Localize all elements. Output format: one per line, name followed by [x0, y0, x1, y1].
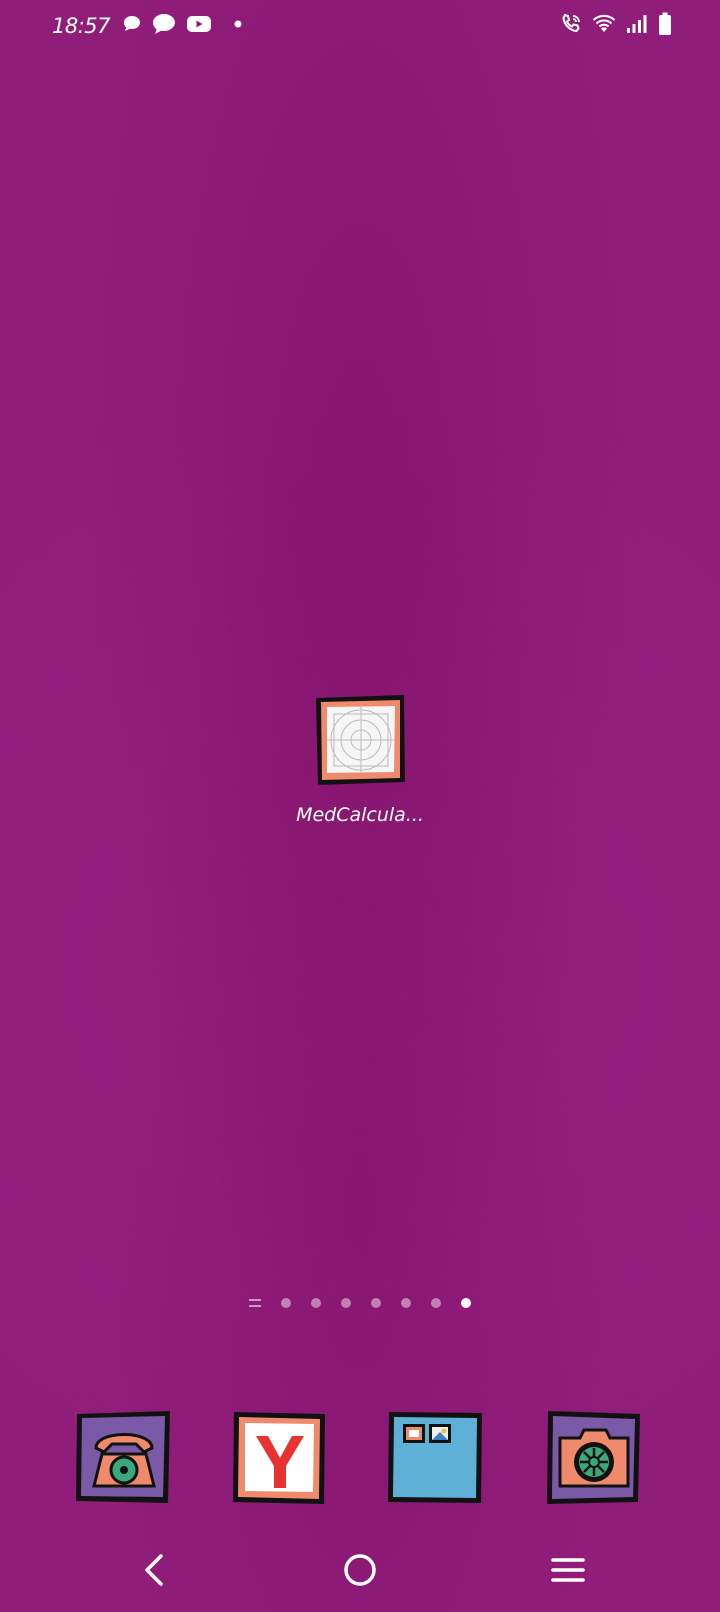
system-icons — [560, 12, 672, 36]
medcalculator-icon[interactable] — [312, 692, 408, 788]
home-icon[interactable] — [342, 1552, 378, 1588]
page-dot[interactable] — [341, 1298, 351, 1308]
wifi-icon — [592, 14, 616, 34]
dock-phone[interactable] — [74, 1408, 174, 1508]
back-button[interactable] — [124, 1540, 184, 1600]
dock — [0, 1408, 720, 1508]
page-dot[interactable] — [371, 1298, 381, 1308]
menu-icon[interactable] — [550, 1555, 586, 1585]
youtube-icon — [186, 14, 212, 34]
app-label: MedCalcula... — [296, 804, 424, 826]
feed-page-indicator[interactable] — [249, 1299, 261, 1307]
signal-icon — [626, 14, 648, 34]
notification-icons — [122, 13, 242, 35]
camera-icon[interactable] — [544, 1408, 644, 1508]
page-dot[interactable] — [431, 1298, 441, 1308]
message-icon — [152, 13, 176, 35]
page-dot[interactable] — [311, 1298, 321, 1308]
wifi-calling-icon — [560, 13, 582, 35]
back-icon[interactable] — [139, 1552, 169, 1588]
page-dot[interactable] — [281, 1298, 291, 1308]
phone-icon[interactable] — [74, 1408, 174, 1508]
status-bar: 18:57 — [0, 0, 720, 56]
menu-button[interactable] — [538, 1540, 598, 1600]
battery-icon — [658, 12, 672, 36]
dock-gallery[interactable] — [386, 1408, 486, 1508]
page-indicator[interactable] — [0, 1298, 720, 1308]
home-button[interactable] — [330, 1540, 390, 1600]
app-shortcut-medcalculator[interactable]: MedCalcula... — [280, 692, 440, 826]
status-time: 18:57 — [52, 14, 111, 38]
gallery-icon[interactable] — [386, 1408, 486, 1508]
dock-yandex[interactable] — [230, 1408, 330, 1508]
page-dot[interactable] — [401, 1298, 411, 1308]
yandex-browser-icon[interactable] — [230, 1408, 330, 1508]
notification-dot-icon — [234, 20, 242, 28]
dock-camera[interactable] — [544, 1408, 644, 1508]
navigation-bar — [0, 1540, 720, 1612]
page-dot-active[interactable] — [461, 1298, 471, 1308]
chat-bubble-icon — [122, 14, 142, 34]
